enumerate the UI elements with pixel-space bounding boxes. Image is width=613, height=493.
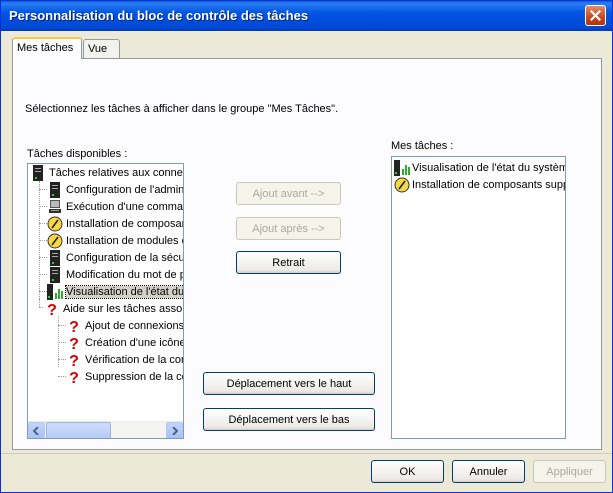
- server-icon: [47, 266, 63, 283]
- list-item[interactable]: Visualisation de l'état du système: [394, 159, 566, 176]
- tab-panel: Sélectionnez les tâches à afficher dans …: [12, 58, 602, 450]
- chevron-left-icon: [33, 426, 39, 435]
- install-icon: [47, 216, 63, 232]
- dialog-window: Personnalisation du bloc de contrôle des…: [0, 0, 613, 493]
- my-tasks-label: Mes tâches :: [391, 140, 454, 152]
- help-icon: ?: [66, 318, 82, 334]
- tree-item[interactable]: Configuration de l'admini: [47, 181, 183, 198]
- tree-item[interactable]: Tâches relatives aux connex: [30, 164, 183, 181]
- close-icon: [590, 10, 601, 21]
- available-tasks-label: Tâches disponibles :: [27, 148, 128, 160]
- tree-item[interactable]: Visualisation de l'état du: [47, 283, 183, 300]
- divider: [1, 453, 612, 454]
- add-before-button[interactable]: Ajout avant -->: [236, 182, 341, 205]
- svg-text:?: ?: [69, 353, 79, 368]
- tree-item-label: Tâches relatives aux connex: [49, 166, 183, 179]
- status-icon: [394, 159, 410, 176]
- scroll-right-button[interactable]: [166, 422, 183, 438]
- tree-item[interactable]: ? Aide sur les tâches asso: [44, 300, 182, 317]
- window-title: Personnalisation du bloc de contrôle des…: [9, 8, 309, 23]
- remove-button[interactable]: Retrait: [236, 251, 341, 274]
- tree-item[interactable]: Installation de composar: [47, 215, 183, 232]
- move-up-button[interactable]: Déplacement vers le haut: [203, 372, 375, 395]
- tree-item[interactable]: ? Ajout de connexions: [66, 317, 183, 334]
- add-after-button[interactable]: Ajout après -->: [236, 217, 341, 240]
- tree-item[interactable]: ? Suppression de la co: [66, 368, 183, 385]
- tree-item[interactable]: Modification du mot de p: [47, 266, 183, 283]
- my-tasks-list[interactable]: Visualisation de l'état du système Insta…: [391, 156, 566, 439]
- tree-item[interactable]: Installation de modules c: [47, 232, 183, 249]
- tree-item-label: Ajout de connexions: [85, 319, 183, 332]
- tree-item-label: Modification du mot de p: [66, 268, 183, 281]
- scroll-left-button[interactable]: [28, 422, 45, 438]
- tab-vue[interactable]: Vue: [83, 39, 120, 59]
- tree-item-label: Vérification de la cor: [85, 353, 183, 366]
- close-button[interactable]: [585, 5, 606, 26]
- computer-icon: [47, 199, 63, 215]
- tab-mes-taches[interactable]: Mes tâches: [12, 37, 82, 59]
- tree-item-label: Installation de composar: [66, 217, 183, 230]
- help-icon: ?: [66, 352, 82, 368]
- list-item-label: Installation de composants suppl: [412, 178, 566, 191]
- tree-item[interactable]: Configuration de la sécu: [47, 249, 183, 266]
- svg-text:?: ?: [69, 336, 79, 351]
- title-bar[interactable]: Personnalisation du bloc de contrôle des…: [1, 1, 612, 31]
- chevron-right-icon: [172, 426, 178, 435]
- scroll-thumb[interactable]: [46, 422, 111, 438]
- help-icon: ?: [66, 369, 82, 385]
- server-icon: [47, 249, 63, 266]
- tree-item-label: Visualisation de l'état du: [64, 284, 183, 299]
- list-item[interactable]: Installation de composants suppl: [394, 176, 566, 193]
- tree-item-label: Configuration de l'admini: [66, 183, 183, 196]
- apply-button[interactable]: Appliquer: [533, 460, 606, 483]
- instruction-text: Sélectionnez les tâches à afficher dans …: [25, 103, 339, 115]
- status-icon: [47, 283, 63, 300]
- server-icon: [47, 181, 63, 198]
- tree-item-label: Configuration de la sécu: [66, 251, 183, 264]
- ok-button[interactable]: OK: [371, 460, 444, 483]
- tree-item[interactable]: ? Création d'une icône: [66, 334, 183, 351]
- svg-text:?: ?: [47, 302, 57, 317]
- tree-item-label: Création d'une icône: [85, 336, 183, 349]
- tree-item-label: Installation de modules c: [66, 234, 183, 247]
- svg-text:?: ?: [69, 319, 79, 334]
- tree-item[interactable]: ? Vérification de la cor: [66, 351, 183, 368]
- svg-text:?: ?: [69, 370, 79, 385]
- tree-item-label: Aide sur les tâches asso: [63, 302, 183, 315]
- horizontal-scrollbar[interactable]: [28, 421, 183, 438]
- list-item-label: Visualisation de l'état du système: [412, 161, 566, 174]
- cancel-button[interactable]: Annuler: [452, 460, 525, 483]
- install-icon: [394, 177, 410, 193]
- available-tasks-tree[interactable]: Tâches relatives aux connex Configuratio…: [27, 163, 184, 439]
- tree-item[interactable]: Exécution d'une comman: [47, 198, 183, 215]
- help-icon: ?: [44, 301, 60, 317]
- move-down-button[interactable]: Déplacement vers le bas: [203, 408, 375, 431]
- server-icon: [30, 164, 46, 181]
- help-icon: ?: [66, 335, 82, 351]
- tree-item-label: Suppression de la co: [85, 370, 183, 383]
- tree-item-label: Exécution d'une comman: [66, 200, 183, 213]
- install-icon: [47, 233, 63, 249]
